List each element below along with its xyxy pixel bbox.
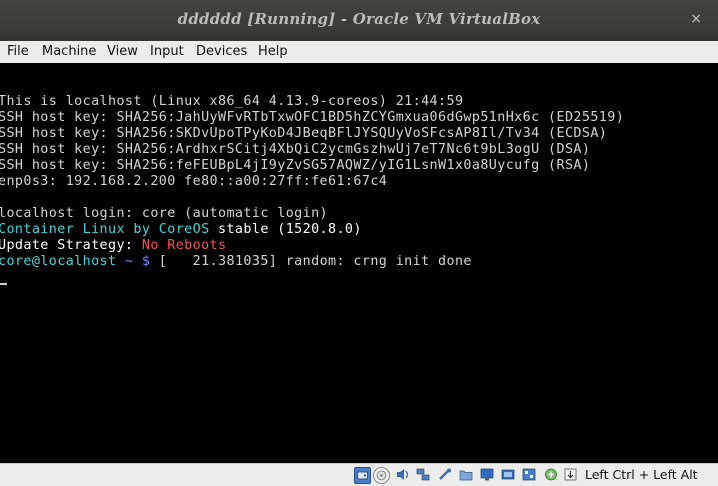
console-line-hostkey-ecdsa: SSH host key: SHA256:SKDvUpoTPyKoD4JBeqB… — [0, 126, 608, 141]
text-cursor — [0, 283, 7, 285]
guest-additions-icon[interactable] — [521, 467, 536, 482]
audio-icon[interactable] — [395, 467, 410, 482]
video-capture-icon[interactable] — [500, 467, 515, 482]
console-line-update: Update Strategy: No Reboots — [0, 238, 226, 254]
console-line-hostkey-rsa: SSH host key: SHA256:feFEUBpL4jI9yZvSG57… — [0, 158, 591, 173]
console-line-banner: This is localhost (Linux x86_64 4.13.9-c… — [0, 94, 464, 109]
cpu-icon[interactable] — [543, 467, 558, 482]
menu-help[interactable]: Help — [258, 44, 288, 59]
console-line-network: enp0s3: 192.168.2.200 fe80::a00:27ff:fe6… — [0, 174, 388, 189]
prompt-user-host: core@localhost — [0, 254, 117, 269]
optical-drive-icon[interactable] — [373, 467, 390, 484]
menu-view[interactable]: View — [107, 44, 138, 59]
window-titlebar[interactable]: dddddd [Running] - Oracle VM VirtualBox … — [0, 0, 718, 41]
menu-input[interactable]: Input — [150, 44, 184, 59]
os-name: Container Linux by CoreOS — [0, 222, 210, 237]
menu-machine[interactable]: Machine — [42, 44, 96, 59]
kernel-message: [ 21.381035] random: crng init done — [150, 254, 472, 269]
console-line-hostkey-dsa: SSH host key: SHA256:ArdhxrSCitj4XbQiC2y… — [0, 142, 591, 157]
host-key-label[interactable]: Left Ctrl + Left Alt — [585, 467, 698, 482]
menu-devices[interactable]: Devices — [196, 44, 247, 59]
console-line-hostkey-ed25519: SSH host key: SHA256:JahUyWFvRTbTxwOFC1B… — [0, 110, 625, 125]
network-icon[interactable] — [415, 467, 430, 482]
close-icon[interactable]: × — [690, 11, 702, 27]
update-label: Update Strategy: — [0, 238, 142, 253]
console-line-prompt: core@localhost ~ $ [ 21.381035] random: … — [0, 254, 472, 270]
vm-console-screen[interactable]: This is localhost (Linux x86_64 4.13.9-c… — [0, 63, 718, 463]
shared-folders-icon[interactable] — [458, 467, 473, 482]
update-value: No Reboots — [141, 238, 227, 253]
window-title: dddddd [Running] - Oracle VM VirtualBox — [177, 10, 541, 28]
status-bar: Left Ctrl + Left Alt — [0, 463, 718, 486]
os-version: stable (1520.8.0) — [209, 222, 362, 237]
hard-disk-icon[interactable] — [354, 467, 371, 484]
console-line-os: Container Linux by CoreOS stable (1520.8… — [0, 222, 362, 238]
menu-file[interactable]: File — [7, 44, 29, 59]
display-icon[interactable] — [479, 467, 494, 482]
mouse-integration-icon[interactable] — [563, 467, 578, 482]
usb-icon[interactable] — [437, 467, 452, 482]
prompt-dir: ~ — [116, 254, 142, 269]
console-line-login: localhost login: core (automatic login) — [0, 206, 329, 221]
menu-bar: File Machine View Input Devices Help — [0, 41, 718, 64]
